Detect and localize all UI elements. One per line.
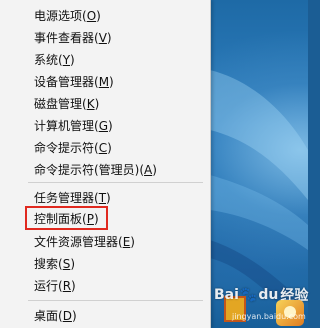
menu-item-accelerator: O (86, 9, 97, 23)
menu-item-label: 事件查看器( (34, 31, 99, 45)
menu-item-label: 计算机管理( (34, 119, 99, 133)
baidu-paw-icon: 🐾 (239, 287, 258, 303)
menu-item-accelerator: G (98, 119, 108, 133)
menu-item-accelerator: A (144, 163, 153, 177)
menu-item-label: 系统( (34, 53, 63, 67)
menu-item-event-viewer[interactable]: 事件查看器(V) (0, 27, 209, 49)
menu-item-accelerator: K (86, 97, 95, 111)
menu-item-accelerator: R (62, 279, 72, 293)
menu-item-suffix: ) (106, 191, 111, 205)
menu-item-disk-management[interactable]: 磁盘管理(K) (0, 93, 209, 115)
menu-item-file-explorer[interactable]: 文件资源管理器(E) (0, 231, 209, 253)
menu-item-accelerator: S (62, 257, 71, 271)
menu-item-suffix: ) (107, 141, 112, 155)
menu-item-suffix: ) (108, 119, 113, 133)
menu-item-label: 磁盘管理( (34, 97, 87, 111)
menu-item-accelerator: V (98, 31, 107, 45)
watermark-url: jingyan.baidu.com (232, 312, 306, 321)
menu-separator (28, 182, 203, 183)
menu-item-computer-management[interactable]: 计算机管理(G) (0, 115, 209, 137)
watermark-brand-text: Bai (214, 287, 239, 303)
menu-item-suffix: ) (109, 75, 114, 89)
menu-item-run[interactable]: 运行(R) (0, 275, 209, 297)
menu-item-label: 设备管理器( (34, 75, 99, 89)
menu-item-suffix: ) (70, 257, 75, 271)
menu-item-label: 命令提示符( (34, 141, 99, 155)
menu-item-label: 桌面( (34, 309, 63, 323)
menu-item-label: 文件资源管理器( (34, 235, 123, 249)
menu-item-power-options[interactable]: 电源选项(O) (0, 5, 209, 27)
menu-item-suffix: ) (106, 31, 112, 45)
menu-item-accelerator: C (98, 141, 108, 155)
menu-item-suffix: ) (96, 9, 101, 23)
menu-item-accelerator: E (122, 235, 131, 249)
menu-item-label: 任务管理器( (34, 191, 99, 205)
control-panel-highlight-box (25, 206, 108, 230)
menu-item-label: 命令提示符(管理员)( (34, 163, 145, 177)
menu-item-accelerator: M (98, 75, 110, 89)
menu-item-suffix: ) (71, 309, 77, 323)
menu-item-system[interactable]: 系统(Y) (0, 49, 209, 71)
menu-separator (28, 300, 203, 301)
menu-item-search[interactable]: 搜索(S) (0, 253, 209, 275)
menu-item-command-prompt-admin[interactable]: 命令提示符(管理员)(A) (0, 159, 209, 181)
menu-item-suffix: ) (130, 235, 135, 249)
menu-item-device-manager[interactable]: 设备管理器(M) (0, 71, 209, 93)
menu-item-label: 电源选项( (34, 9, 87, 23)
menu-item-suffix: ) (71, 279, 76, 293)
menu-item-suffix: ) (94, 97, 100, 111)
menu-item-label: 运行( (34, 279, 63, 293)
watermark-brand-tail-text: du (258, 287, 279, 303)
menu-item-command-prompt[interactable]: 命令提示符(C) (0, 137, 209, 159)
menu-item-accelerator: Y (62, 53, 71, 67)
menu-item-suffix: ) (70, 53, 75, 67)
menu-item-accelerator: D (62, 309, 72, 323)
menu-item-desktop[interactable]: 桌面(D) (0, 305, 209, 327)
menu-item-label: 搜索( (34, 257, 63, 271)
winx-context-menu: 电源选项(O) 事件查看器(V) 系统(Y) 设备管理器(M) 磁盘管理(K) … (0, 0, 211, 328)
menu-item-suffix: ) (152, 163, 157, 177)
menu-item-accelerator: T (98, 191, 107, 205)
